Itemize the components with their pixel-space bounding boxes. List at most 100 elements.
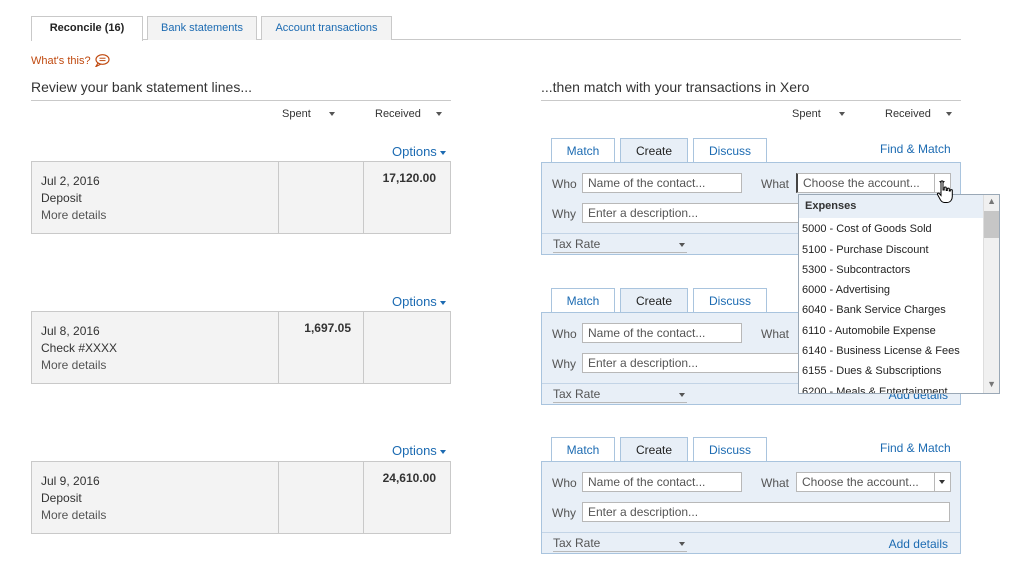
statement-line-2: Jul 8, 2016 Check #XXXX More details 1,6…	[31, 311, 451, 384]
why-label: Why	[552, 207, 576, 221]
tab-create-2[interactable]: Create	[620, 288, 688, 314]
add-details-link[interactable]: Add details	[889, 537, 948, 551]
tab-reconcile[interactable]: Reconcile (16)	[31, 16, 143, 41]
caret-down-icon	[939, 480, 945, 484]
find-match-link-1[interactable]: Find & Match	[880, 142, 951, 156]
account-option[interactable]: 5100 - Purchase Discount	[802, 244, 929, 256]
right-spent-sort[interactable]: Spent	[792, 108, 846, 120]
speech-bubble-icon[interactable]	[94, 54, 110, 67]
options-menu-1[interactable]: Options	[392, 144, 447, 159]
what-label: What	[761, 177, 790, 191]
account-option[interactable]: 5300 - Subcontractors	[802, 264, 910, 276]
dropdown-group-expenses: Expenses	[799, 195, 983, 218]
tab-match-1[interactable]: Match	[551, 138, 615, 163]
tax-rate-select[interactable]: Tax Rate	[553, 536, 687, 552]
what-label: What	[761, 327, 790, 341]
tab-discuss-3[interactable]: Discuss	[693, 437, 767, 462]
who-label: Who	[552, 177, 577, 191]
who-input[interactable]: Name of the contact...	[582, 173, 742, 193]
tab-match-2[interactable]: Match	[551, 288, 615, 313]
account-dropdown-button[interactable]	[934, 472, 951, 492]
caret-down-icon	[440, 150, 447, 155]
statement-line-1: Jul 2, 2016 Deposit More details 17,120.…	[31, 161, 451, 234]
caret-down-icon	[440, 449, 447, 454]
statement-date: Jul 2, 2016	[41, 174, 100, 188]
tax-rate-select[interactable]: Tax Rate	[553, 387, 687, 403]
account-option[interactable]: 6140 - Business License & Fees	[802, 345, 960, 357]
tab-discuss-2[interactable]: Discuss	[693, 288, 767, 313]
tab-create-1[interactable]: Create	[620, 138, 688, 164]
top-tab-bar: Reconcile (16) Bank statements Account t…	[31, 16, 961, 41]
who-input[interactable]: Name of the contact...	[582, 323, 742, 343]
account-option[interactable]: 6155 - Dues & Subscriptions	[802, 365, 941, 377]
find-match-link-3[interactable]: Find & Match	[880, 441, 951, 455]
options-label: Options	[392, 294, 437, 309]
account-option[interactable]: 6110 - Automobile Expense	[802, 325, 936, 337]
spent-label: Spent	[792, 108, 821, 120]
statement-reference: Check #XXXX	[41, 341, 118, 355]
statement-spent: 1,697.05	[304, 321, 351, 335]
column-divider	[278, 162, 279, 233]
tax-rate-select[interactable]: Tax Rate	[553, 237, 687, 253]
caret-down-icon	[679, 542, 685, 546]
statement-date: Jul 9, 2016	[41, 474, 100, 488]
sort-caret-icon	[839, 112, 846, 117]
received-label: Received	[885, 108, 931, 120]
statement-received: 24,610.00	[382, 471, 436, 485]
options-menu-2[interactable]: Options	[392, 294, 447, 309]
tax-rate-label: Tax Rate	[553, 237, 601, 251]
caret-down-icon	[440, 300, 447, 305]
what-label: What	[761, 476, 790, 490]
hand-pointer-icon	[936, 180, 953, 203]
account-dropdown-list[interactable]: Expenses 5000 - Cost of Goods Sold 5100 …	[798, 194, 1000, 394]
account-option[interactable]: 6000 - Advertising	[802, 284, 890, 296]
statement-date: Jul 8, 2016	[41, 324, 100, 338]
account-option[interactable]: 6040 - Bank Service Charges	[802, 304, 946, 316]
tax-rate-label: Tax Rate	[553, 536, 601, 550]
tab-match-3[interactable]: Match	[551, 437, 615, 462]
tab-discuss-1[interactable]: Discuss	[693, 138, 767, 163]
statement-reference: Deposit	[41, 491, 82, 505]
options-label: Options	[392, 144, 437, 159]
left-received-sort[interactable]: Received	[375, 108, 443, 120]
column-divider	[278, 462, 279, 533]
options-label: Options	[392, 443, 437, 458]
what-account-input[interactable]: Choose the account...	[796, 173, 935, 193]
more-details-link[interactable]: More details	[41, 508, 106, 522]
scrollbar-thumb[interactable]	[984, 211, 999, 238]
who-label: Who	[552, 476, 577, 490]
scroll-down-icon[interactable]: ▼	[987, 379, 996, 389]
tab-bank-statements[interactable]: Bank statements	[147, 16, 257, 40]
tab-create-3[interactable]: Create	[620, 437, 688, 463]
tax-rate-label: Tax Rate	[553, 387, 601, 401]
options-menu-3[interactable]: Options	[392, 443, 447, 458]
why-label: Why	[552, 506, 576, 520]
account-option[interactable]: 6200 - Meals & Entertainment	[802, 386, 948, 393]
dropdown-scrollbar[interactable]: ▲ ▼	[983, 195, 999, 393]
left-heading-divider	[31, 100, 451, 101]
create-panel-3: Who Name of the contact... What Choose t…	[541, 461, 961, 554]
scroll-up-icon[interactable]: ▲	[987, 196, 996, 206]
received-label: Received	[375, 108, 421, 120]
more-details-link[interactable]: More details	[41, 358, 106, 372]
right-received-sort[interactable]: Received	[885, 108, 953, 120]
right-heading-divider	[541, 100, 961, 101]
column-divider	[363, 312, 364, 383]
tax-divider	[542, 532, 960, 533]
caret-down-icon	[679, 393, 685, 397]
right-heading: ...then match with your transactions in …	[541, 79, 810, 95]
account-option[interactable]: 5000 - Cost of Goods Sold	[802, 223, 932, 235]
why-input[interactable]: Enter a description...	[582, 502, 950, 522]
whats-this-link[interactable]: What's this?	[31, 55, 91, 67]
statement-received: 17,120.00	[382, 171, 436, 185]
what-account-input[interactable]: Choose the account...	[796, 472, 935, 492]
sort-caret-icon	[329, 112, 336, 117]
statement-reference: Deposit	[41, 191, 82, 205]
more-details-link[interactable]: More details	[41, 208, 106, 222]
spent-label: Spent	[282, 108, 311, 120]
who-input[interactable]: Name of the contact...	[582, 472, 742, 492]
left-spent-sort[interactable]: Spent	[282, 108, 336, 120]
statement-line-3: Jul 9, 2016 Deposit More details 24,610.…	[31, 461, 451, 534]
left-heading: Review your bank statement lines...	[31, 79, 252, 95]
tab-account-transactions[interactable]: Account transactions	[261, 16, 392, 40]
